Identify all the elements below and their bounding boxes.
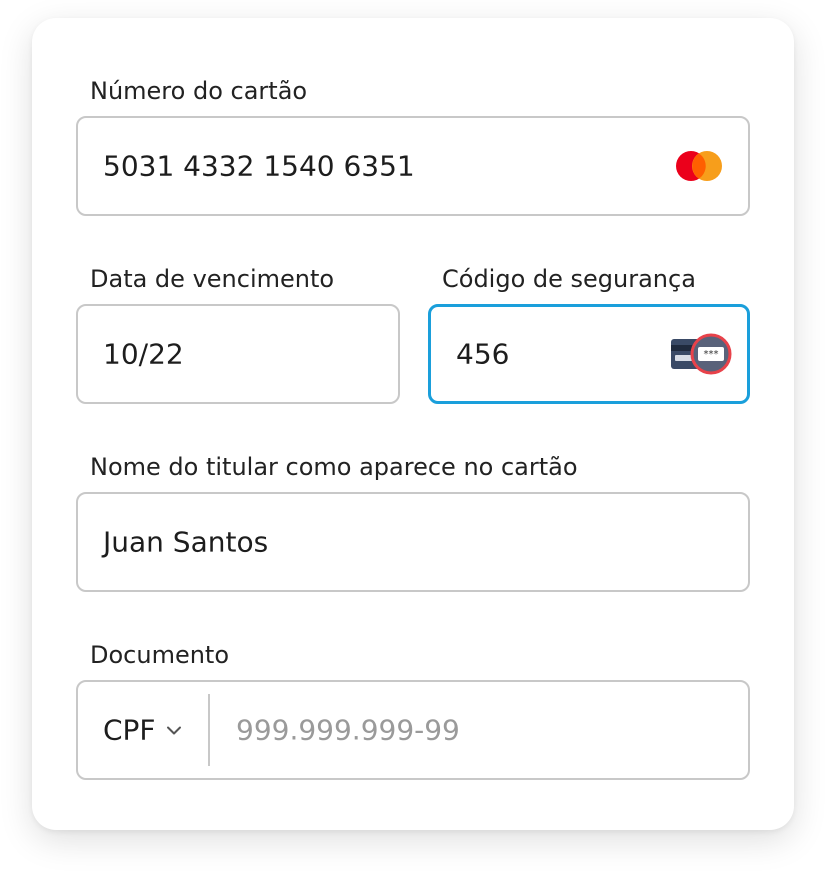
expiry-value: 10/22 [103,337,184,371]
document-field: CPF 999.999.999-99 [76,680,750,780]
document-label: Documento [90,641,230,669]
document-type-select[interactable]: CPF [103,714,182,747]
cvv-icon-text: *** [704,349,719,360]
holder-name-value: Juan Santos [103,525,269,559]
document-type-value: CPF [103,713,156,747]
security-code-value: 456 [456,337,510,371]
card-number-field[interactable]: 5031 4332 1540 6351 [76,116,750,216]
holder-name-label: Nome do titular como aparece no cartão [90,453,578,481]
card-cvv-icon: *** [671,333,732,375]
payment-form-card: Número do cartão 5031 4332 1540 6351 Dat… [32,18,794,830]
security-code-field[interactable]: 456 *** [428,304,750,404]
mastercard-icon [676,151,722,181]
document-separator [208,694,210,766]
security-code-label: Código de segurança [442,265,696,293]
card-number-value: 5031 4332 1540 6351 [103,149,415,183]
holder-name-field[interactable]: Juan Santos [76,492,750,592]
expiry-label: Data de vencimento [90,265,335,293]
expiry-field[interactable]: 10/22 [76,304,400,404]
card-number-label: Número do cartão [90,77,308,105]
chevron-down-icon [166,726,181,734]
document-number-input[interactable]: 999.999.999-99 [236,714,460,747]
